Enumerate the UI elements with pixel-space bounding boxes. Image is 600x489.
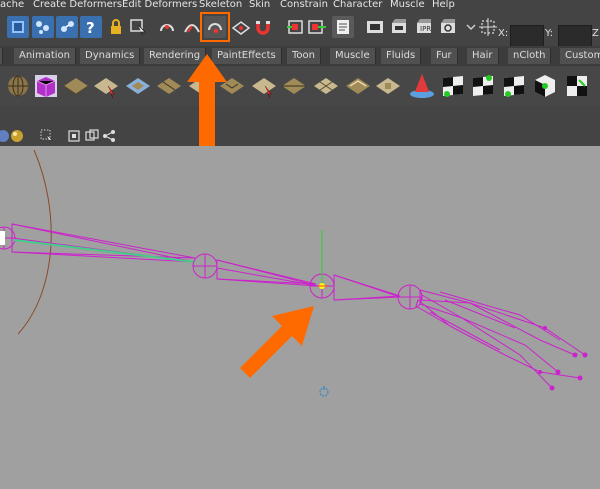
elbow-joint[interactable] [192,253,218,279]
status-line: ? IPR X: Y: Z [0,11,600,47]
scale-icon[interactable] [32,16,54,38]
frame-icon[interactable] [85,129,99,143]
plane-icon[interactable] [250,72,278,100]
snap-grid-icon[interactable] [156,16,178,38]
sphere-shade-icon[interactable] [0,129,10,143]
construction-history-icon[interactable] [332,16,354,38]
tab-custom[interactable]: Custom [560,48,600,64]
plane-icon[interactable] [312,72,340,100]
pivot-icon[interactable] [319,386,329,397]
snap-magnet-icon[interactable] [252,16,274,38]
snap-point-highlight [200,12,230,42]
checker-icon[interactable] [531,72,559,100]
plane-icon[interactable] [280,72,308,100]
snap-view-plane-icon[interactable] [230,16,252,38]
hand-bone[interactable] [333,274,401,301]
y-label: Y: [545,28,554,39]
tab-dynamics[interactable]: Dynamics [80,48,141,64]
menu-skeleton[interactable]: Skeleton [199,0,242,11]
tab-animation[interactable]: Animation [14,48,76,64]
shelf [0,66,600,106]
tab-fluids[interactable]: Fluids [381,48,422,64]
x-label: X: [498,28,509,39]
menu-muscle[interactable]: Muscle [390,0,425,11]
svg-text:IPR: IPR [420,25,431,33]
x-field[interactable] [510,25,544,47]
plane-icon[interactable] [124,72,152,100]
tab-fur[interactable]: Fur [431,48,458,64]
transform-field-icon[interactable] [477,16,499,38]
menu-help[interactable]: Help [432,0,455,11]
help-icon[interactable]: ? [80,16,102,38]
checker-icon[interactable] [500,72,528,100]
ipr-render-icon[interactable]: IPR [414,16,436,38]
checker-icon[interactable] [469,72,497,100]
svg-text:?: ? [86,19,95,37]
checker-icon[interactable] [563,72,591,100]
cube-icon[interactable] [32,72,60,100]
cone-icon[interactable] [408,72,436,100]
z-label: Z: [592,28,600,39]
menu-character[interactable]: Character [333,0,382,11]
arrow-up-icon [187,54,227,146]
select-icon[interactable] [40,129,54,143]
rotate-icon[interactable] [56,16,78,38]
tab-ncloth[interactable]: nCloth [508,48,552,64]
lock-icon[interactable] [105,16,127,38]
output-ops-icon[interactable] [306,16,328,38]
forearm-bone[interactable] [216,259,319,287]
shoulder-marker [0,231,5,245]
chevron-down-icon[interactable] [466,16,476,38]
render-settings-icon[interactable] [438,16,460,38]
material-ball-icon[interactable] [10,129,24,143]
plane-icon[interactable] [62,72,90,100]
y-field[interactable] [558,25,592,47]
input-ops-icon[interactable] [285,16,307,38]
menu-constrain[interactable]: Constrain [280,0,328,11]
menu-skin[interactable]: Skin [249,0,270,11]
plane-icon[interactable] [374,72,402,100]
tab-toon[interactable]: Toon [287,48,321,64]
shelf-tabs: Animation Dynamics Rendering PaintEffect… [0,46,600,66]
knuckle-joint[interactable] [397,284,423,310]
menu-cache[interactable]: ache [0,0,24,11]
tab-muscle[interactable]: Muscle [330,48,376,64]
menu-edit-deformers[interactable]: Edit Deformers [122,0,197,11]
panel-toolbar [0,106,600,146]
checker-icon[interactable] [439,72,467,100]
selection-mask-icon[interactable] [127,16,149,38]
tab-hair[interactable]: Hair [467,48,499,64]
menu-bar: ache Create Deformers Edit Deformers Ske… [0,0,600,11]
tab-previous[interactable] [0,48,3,64]
plane-icon[interactable] [344,72,372,100]
move-icon[interactable] [7,16,29,38]
share-icon[interactable] [102,129,116,143]
arrow-diagonal-icon [240,306,314,378]
plane-icon[interactable] [155,72,183,100]
plane-arrow-icon[interactable] [92,72,120,100]
sphere-icon[interactable] [4,72,32,100]
render-view-icon[interactable] [364,16,386,38]
menu-create-deformers[interactable]: Create Deformers [33,0,122,11]
render-icon[interactable] [389,16,411,38]
isolate-icon[interactable] [67,129,81,143]
